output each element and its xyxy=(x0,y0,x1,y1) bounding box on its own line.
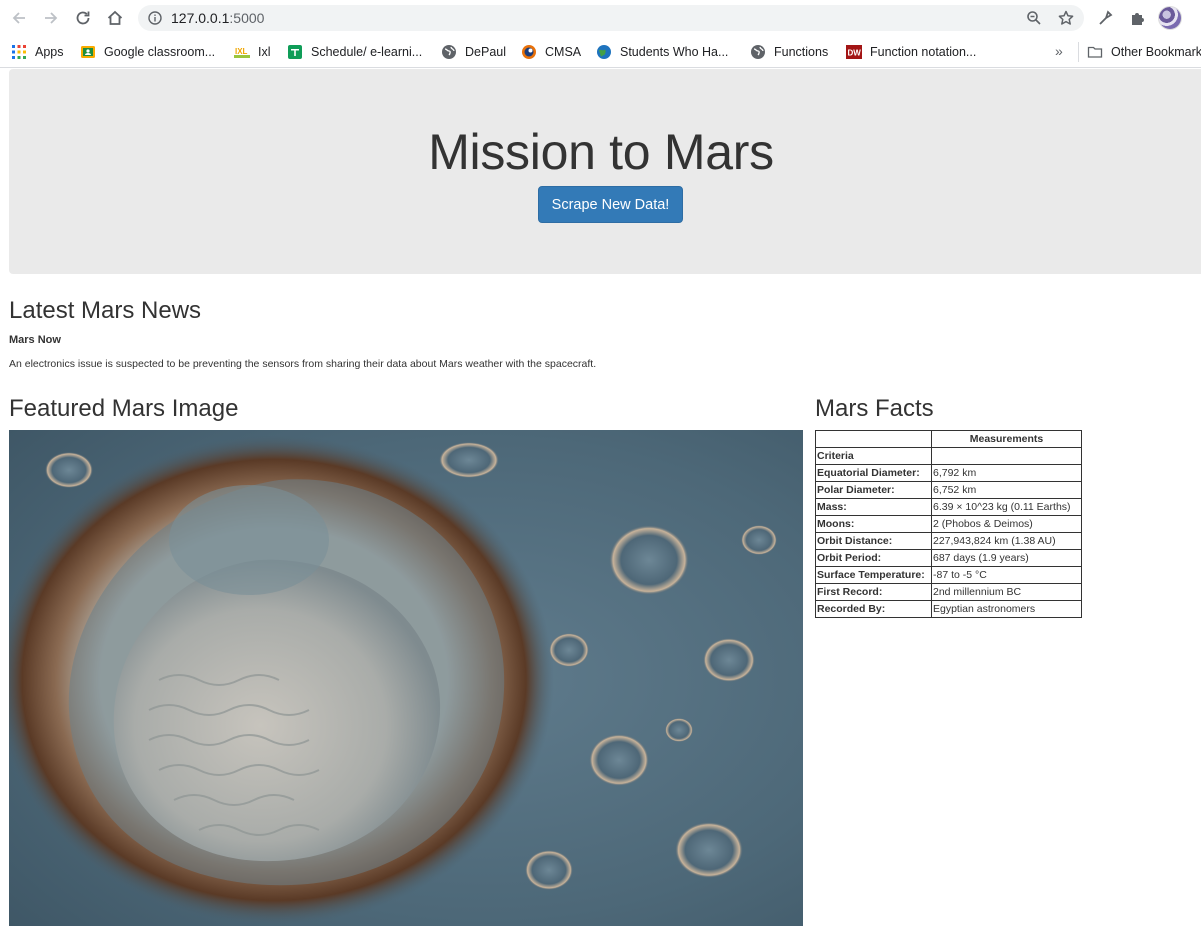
row-value: 687 days (1.9 years) xyxy=(931,549,1082,567)
globe-icon xyxy=(750,44,766,60)
bookmark-ixl[interactable]: IXL Ixl xyxy=(234,42,271,62)
bookmark-label: CMSA xyxy=(545,45,582,59)
dw-icon: DW xyxy=(846,44,862,60)
extensions-puzzle-icon[interactable] xyxy=(1128,8,1148,28)
row-value: 2nd millennium BC xyxy=(931,583,1082,601)
table-index-row: Criteria xyxy=(815,447,1082,465)
table-row: First Record: 2nd millennium BC xyxy=(815,583,1082,601)
address-bar[interactable]: 127.0.0.1:5000 xyxy=(138,5,1084,31)
table-row: Recorded By: Egyptian astronomers xyxy=(815,600,1082,618)
table-header-row: Measurements xyxy=(815,430,1082,448)
more-bookmarks-chevron[interactable]: » xyxy=(1055,43,1063,59)
folder-icon xyxy=(1087,44,1103,60)
mars-facts-heading: Mars Facts xyxy=(815,395,934,422)
bookmark-functions[interactable]: Functions xyxy=(750,42,828,62)
featured-mars-image xyxy=(9,430,803,926)
row-label: Orbit Distance: xyxy=(815,532,932,550)
bookmark-function-notation[interactable]: DW Function notation... xyxy=(846,42,976,62)
jumbotron: Mission to Mars Scrape New Data! xyxy=(9,69,1201,274)
url-host: 127.0.0.1 xyxy=(171,10,230,26)
table-row: Surface Temperature: -87 to -5 °C xyxy=(815,566,1082,584)
table-row: Mass: 6.39 × 10^23 kg (0.11 Earths) xyxy=(815,498,1082,516)
sheets-icon xyxy=(287,44,303,60)
table-row: Moons: 2 (Phobos & Deimos) xyxy=(815,515,1082,533)
row-label: Mass: xyxy=(815,498,932,516)
row-label: Equatorial Diameter: xyxy=(815,464,932,482)
row-value: 6.39 × 10^23 kg (0.11 Earths) xyxy=(931,498,1082,516)
index-header-criteria: Criteria xyxy=(815,447,932,465)
bookmark-label: DePaul xyxy=(465,45,506,59)
table-corner-cell xyxy=(815,430,932,448)
url-port: :5000 xyxy=(229,10,265,26)
bookmark-schedule[interactable]: Schedule/ e-learni... xyxy=(287,42,422,62)
bookmark-depaul[interactable]: DePaul xyxy=(441,42,506,62)
bookmark-label: Students Who Ha... xyxy=(620,45,729,59)
url-text: 127.0.0.1:5000 xyxy=(171,10,264,26)
bookmark-apps[interactable]: Apps xyxy=(11,42,64,62)
bookmark-label: Google classroom... xyxy=(104,45,216,59)
bookmark-star-icon[interactable] xyxy=(1057,9,1075,27)
featured-image-heading: Featured Mars Image xyxy=(9,395,239,422)
table-row: Orbit Period: 687 days (1.9 years) xyxy=(815,549,1082,567)
row-label: Moons: xyxy=(815,515,932,533)
table-row: Equatorial Diameter: 6,792 km xyxy=(815,464,1082,482)
bookmark-label: Function notation... xyxy=(870,45,977,59)
ixl-icon: IXL xyxy=(234,44,250,60)
svg-text:IXL: IXL xyxy=(235,47,248,56)
site-info-icon[interactable] xyxy=(147,10,163,26)
table-row: Orbit Distance: 227,943,824 km (1.38 AU) xyxy=(815,532,1082,550)
column-header-measurements: Measurements xyxy=(931,430,1082,448)
row-value: 6,752 km xyxy=(931,481,1082,499)
scrape-new-data-button[interactable]: Scrape New Data! xyxy=(538,186,683,223)
extension-tool-icon[interactable] xyxy=(1096,8,1116,28)
apps-grid-icon xyxy=(11,44,27,60)
page-title: Mission to Mars xyxy=(428,124,774,180)
home-icon[interactable] xyxy=(103,6,127,30)
bookmark-google-classroom[interactable]: Google classroom... xyxy=(80,42,215,62)
bookmark-cmsa[interactable]: CMSA xyxy=(521,42,581,62)
row-label: Orbit Period: xyxy=(815,549,932,567)
row-value: 2 (Phobos & Deimos) xyxy=(931,515,1082,533)
news-paragraph: An electronics issue is suspected to be … xyxy=(9,358,597,370)
row-label: Recorded By: xyxy=(815,600,932,618)
bookmark-other-bookmarks[interactable]: Other Bookmarks xyxy=(1087,42,1201,62)
row-label: First Record: xyxy=(815,583,932,601)
profile-avatar[interactable] xyxy=(1158,6,1182,30)
row-label: Surface Temperature: xyxy=(815,566,932,584)
classroom-icon xyxy=(80,44,96,60)
browser-toolbar: 127.0.0.1:5000 xyxy=(0,0,1201,36)
row-value: 227,943,824 km (1.38 AU) xyxy=(931,532,1082,550)
earth-icon xyxy=(596,44,612,60)
bookmark-label: Schedule/ e-learni... xyxy=(311,45,423,59)
row-label: Polar Diameter: xyxy=(815,481,932,499)
bookmarks-separator xyxy=(1078,42,1079,62)
reload-icon[interactable] xyxy=(71,6,95,30)
bookmark-label: Apps xyxy=(35,45,64,59)
bookmark-label: Ixl xyxy=(258,45,271,59)
cmsa-icon xyxy=(521,44,537,60)
latest-news-heading: Latest Mars News xyxy=(9,297,202,324)
mars-facts-table: Measurements Criteria Equatorial Diamete… xyxy=(815,430,1082,618)
back-arrow-icon[interactable] xyxy=(7,6,31,30)
row-value: -87 to -5 °C xyxy=(931,566,1082,584)
row-value: 6,792 km xyxy=(931,464,1082,482)
bookmarks-bar: Apps Google classroom... IXL Ixl Schedul… xyxy=(0,36,1201,68)
bookmark-label: Functions xyxy=(774,45,829,59)
row-value: Egyptian astronomers xyxy=(931,600,1082,618)
zoom-icon[interactable] xyxy=(1025,9,1043,27)
table-blank-cell xyxy=(931,447,1082,465)
table-row: Polar Diameter: 6,752 km xyxy=(815,481,1082,499)
svg-text:DW: DW xyxy=(848,49,862,58)
bookmark-students-who[interactable]: Students Who Ha... xyxy=(596,42,728,62)
globe-icon xyxy=(441,44,457,60)
bookmark-label: Other Bookmarks xyxy=(1111,45,1201,59)
forward-arrow-icon[interactable] xyxy=(39,6,63,30)
news-title: Mars Now xyxy=(9,334,61,346)
